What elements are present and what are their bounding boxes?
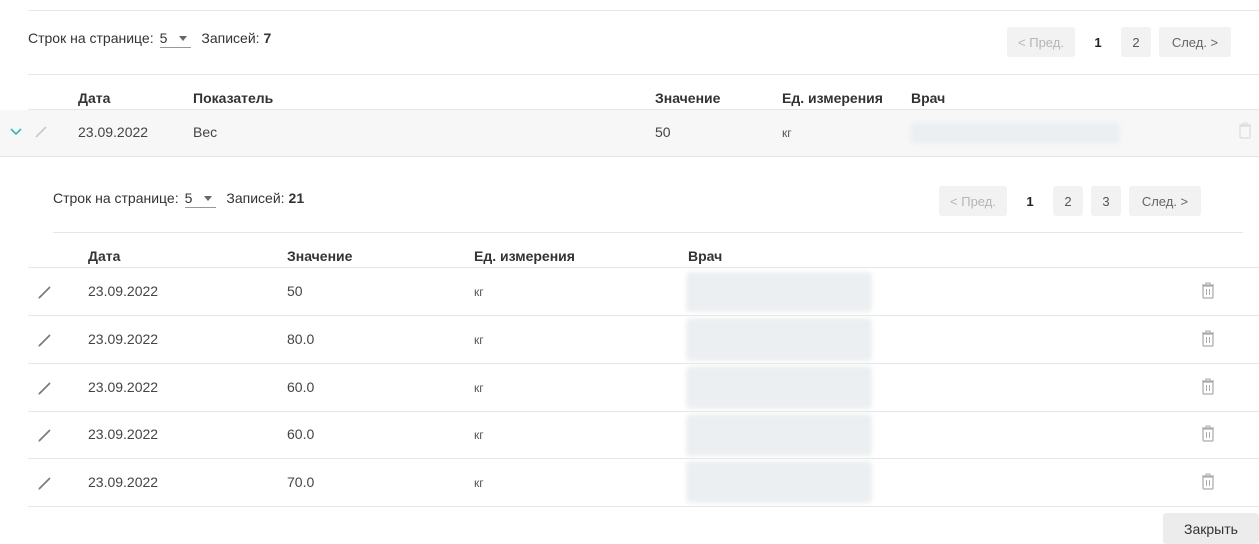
col-header-value: Значение <box>287 248 353 264</box>
chevron-down-icon <box>204 195 213 201</box>
prev-page-button[interactable]: < Пред. <box>1007 27 1075 57</box>
row-value: 50 <box>287 283 303 299</box>
row-date: 23.09.2022 <box>88 426 159 442</box>
rows-per-page-select[interactable]: 5 <box>159 28 192 48</box>
rows-per-page-label: Строк на странице: <box>53 190 179 206</box>
table-row[interactable]: 23.09.2022 Вес 50 кг <box>0 110 1259 156</box>
doctor-name-redacted <box>686 461 872 503</box>
trash-icon[interactable] <box>1201 473 1215 490</box>
table-row[interactable]: 23.09.2022 50 кг <box>0 268 1259 315</box>
row-unit: кг <box>474 333 484 347</box>
row-unit: кг <box>474 428 484 442</box>
inner-pager-bar: Строк на странице: 5 Записей: 21 <box>53 188 304 208</box>
pencil-icon[interactable] <box>37 475 53 491</box>
top-divider <box>28 10 1259 11</box>
doctor-name-redacted <box>686 414 872 456</box>
col-header-doctor: Врач <box>911 90 946 106</box>
divider <box>0 156 1259 157</box>
table-row[interactable]: 23.09.2022 60.0 кг <box>0 364 1259 411</box>
rows-per-page-value: 5 <box>184 189 193 206</box>
prev-page-button[interactable]: < Пред. <box>939 186 1007 216</box>
col-header-unit: Ед. измерения <box>474 248 575 264</box>
row-date: 23.09.2022 <box>88 379 159 395</box>
doctor-name-redacted <box>686 272 872 312</box>
row-value: 80.0 <box>287 331 315 347</box>
records-count: 21 <box>288 190 305 206</box>
col-header-indicator: Показатель <box>193 90 274 106</box>
chevron-down-icon[interactable] <box>10 127 22 137</box>
pencil-icon[interactable] <box>34 125 48 139</box>
row-unit: кг <box>474 381 484 395</box>
rows-per-page-value: 5 <box>159 29 168 46</box>
pencil-icon[interactable] <box>37 427 53 443</box>
trash-icon[interactable] <box>1238 122 1252 139</box>
trash-icon[interactable] <box>1201 425 1215 442</box>
close-button[interactable]: Закрыть <box>1163 513 1259 544</box>
rows-per-page-label: Строк на странице: <box>28 30 154 46</box>
pencil-icon[interactable] <box>37 284 53 300</box>
row-indicator: Вес <box>193 124 218 140</box>
row-unit: кг <box>782 126 792 140</box>
table-row[interactable]: 23.09.2022 70.0 кг <box>0 459 1259 506</box>
col-header-value: Значение <box>655 90 721 106</box>
col-header-unit: Ед. измерения <box>782 90 883 106</box>
col-header-date: Дата <box>88 248 121 264</box>
row-value: 70.0 <box>287 474 315 490</box>
outer-pager-bar: Строк на странице: 5 Записей: 7 <box>28 28 271 48</box>
page-1-button[interactable]: 1 <box>1015 186 1045 216</box>
col-header-doctor: Врач <box>688 248 723 264</box>
divider <box>28 506 1259 507</box>
row-value: 60.0 <box>287 379 315 395</box>
divider <box>53 232 1243 233</box>
row-date: 23.09.2022 <box>88 283 159 299</box>
next-page-button[interactable]: След. > <box>1159 27 1231 57</box>
row-unit: кг <box>474 476 484 490</box>
trash-icon[interactable] <box>1201 282 1215 299</box>
pencil-icon[interactable] <box>37 380 53 396</box>
doctor-name-redacted <box>686 318 872 361</box>
table-row[interactable]: 23.09.2022 80.0 кг <box>0 316 1259 363</box>
col-header-date: Дата <box>78 90 111 106</box>
next-page-button[interactable]: След. > <box>1129 186 1201 216</box>
rows-per-page-select[interactable]: 5 <box>184 188 217 208</box>
table-row[interactable]: 23.09.2022 60.0 кг <box>0 412 1259 458</box>
page-3-button[interactable]: 3 <box>1091 186 1121 216</box>
row-value: 50 <box>655 124 671 140</box>
row-date: 23.09.2022 <box>88 331 159 347</box>
records-label: Записей: <box>226 190 285 206</box>
pencil-icon[interactable] <box>37 332 53 348</box>
inner-pagination: < Пред. 1 2 3 След. > <box>931 186 1201 216</box>
page-2-button[interactable]: 2 <box>1121 27 1151 57</box>
trash-icon[interactable] <box>1201 378 1215 395</box>
row-value: 60.0 <box>287 426 315 442</box>
divider <box>28 74 1259 75</box>
outer-pagination: < Пред. 1 2 След. > <box>999 27 1231 57</box>
records-count: 7 <box>263 30 272 46</box>
page-1-button[interactable]: 1 <box>1083 27 1113 57</box>
chevron-down-icon <box>179 35 188 41</box>
row-date: 23.09.2022 <box>88 474 159 490</box>
doctor-name-redacted <box>686 366 872 409</box>
page-2-button[interactable]: 2 <box>1053 186 1083 216</box>
row-unit: кг <box>474 285 484 299</box>
trash-icon[interactable] <box>1201 330 1215 347</box>
row-date: 23.09.2022 <box>78 124 149 140</box>
records-label: Записей: <box>201 30 260 46</box>
doctor-name-redacted <box>910 122 1120 144</box>
